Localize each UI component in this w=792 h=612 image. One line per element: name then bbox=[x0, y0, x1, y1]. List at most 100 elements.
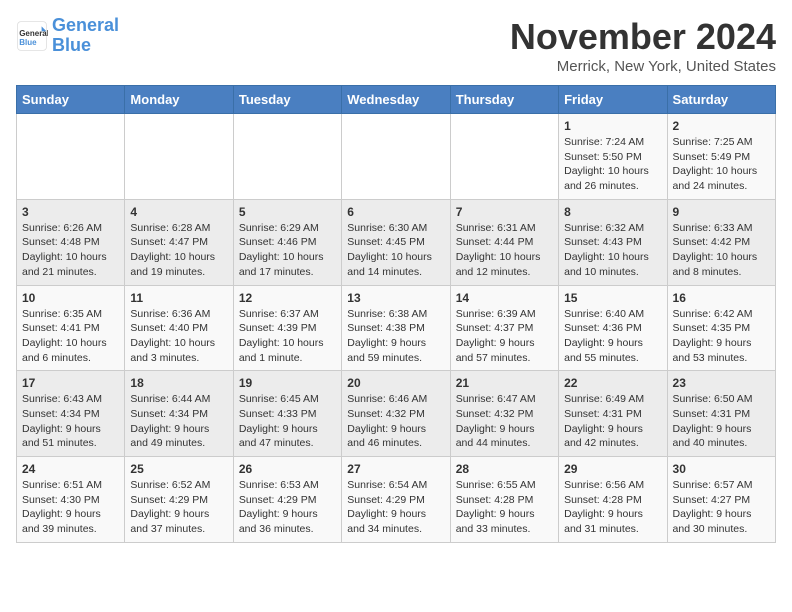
calendar-cell: 30 Sunrise: 6:57 AM Sunset: 4:27 PM Dayli… bbox=[667, 457, 775, 543]
logo-text: General Blue bbox=[52, 16, 119, 56]
day-number: 24 bbox=[22, 462, 119, 476]
calendar-table: SundayMondayTuesdayWednesdayThursdayFrid… bbox=[16, 85, 776, 543]
calendar-cell: 12 Sunrise: 6:37 AM Sunset: 4:39 PM Dayli… bbox=[233, 285, 341, 371]
day-info: Sunrise: 7:24 AM Sunset: 5:50 PM Dayligh… bbox=[564, 135, 661, 194]
day-info: Sunrise: 6:47 AM Sunset: 4:32 PM Dayligh… bbox=[456, 392, 553, 451]
calendar-cell: 27 Sunrise: 6:54 AM Sunset: 4:29 PM Dayli… bbox=[342, 457, 450, 543]
day-number: 17 bbox=[22, 376, 119, 390]
day-number: 10 bbox=[22, 291, 119, 305]
calendar-cell: 2 Sunrise: 7:25 AM Sunset: 5:49 PM Daylig… bbox=[667, 114, 775, 200]
day-number: 2 bbox=[673, 119, 770, 133]
day-info: Sunrise: 6:45 AM Sunset: 4:33 PM Dayligh… bbox=[239, 392, 336, 451]
day-info: Sunrise: 6:29 AM Sunset: 4:46 PM Dayligh… bbox=[239, 221, 336, 280]
weekday-header: Thursday bbox=[450, 86, 558, 114]
calendar-cell: 6 Sunrise: 6:30 AM Sunset: 4:45 PM Daylig… bbox=[342, 199, 450, 285]
logo-icon: General Blue bbox=[16, 20, 48, 52]
day-number: 28 bbox=[456, 462, 553, 476]
calendar-cell: 21 Sunrise: 6:47 AM Sunset: 4:32 PM Dayli… bbox=[450, 371, 558, 457]
calendar-cell: 11 Sunrise: 6:36 AM Sunset: 4:40 PM Dayli… bbox=[125, 285, 233, 371]
calendar-cell: 15 Sunrise: 6:40 AM Sunset: 4:36 PM Dayli… bbox=[559, 285, 667, 371]
day-info: Sunrise: 6:54 AM Sunset: 4:29 PM Dayligh… bbox=[347, 478, 444, 537]
weekday-header: Wednesday bbox=[342, 86, 450, 114]
day-info: Sunrise: 6:43 AM Sunset: 4:34 PM Dayligh… bbox=[22, 392, 119, 451]
day-number: 27 bbox=[347, 462, 444, 476]
calendar-cell bbox=[17, 114, 125, 200]
weekday-header: Tuesday bbox=[233, 86, 341, 114]
day-info: Sunrise: 6:40 AM Sunset: 4:36 PM Dayligh… bbox=[564, 307, 661, 366]
day-info: Sunrise: 6:53 AM Sunset: 4:29 PM Dayligh… bbox=[239, 478, 336, 537]
calendar-cell bbox=[342, 114, 450, 200]
calendar-cell: 8 Sunrise: 6:32 AM Sunset: 4:43 PM Daylig… bbox=[559, 199, 667, 285]
page-header: General Blue General Blue November 2024 … bbox=[16, 16, 776, 75]
day-info: Sunrise: 6:26 AM Sunset: 4:48 PM Dayligh… bbox=[22, 221, 119, 280]
day-info: Sunrise: 6:28 AM Sunset: 4:47 PM Dayligh… bbox=[130, 221, 227, 280]
day-info: Sunrise: 6:52 AM Sunset: 4:29 PM Dayligh… bbox=[130, 478, 227, 537]
day-info: Sunrise: 6:30 AM Sunset: 4:45 PM Dayligh… bbox=[347, 221, 444, 280]
calendar-cell: 5 Sunrise: 6:29 AM Sunset: 4:46 PM Daylig… bbox=[233, 199, 341, 285]
day-info: Sunrise: 6:57 AM Sunset: 4:27 PM Dayligh… bbox=[673, 478, 770, 537]
day-info: Sunrise: 6:46 AM Sunset: 4:32 PM Dayligh… bbox=[347, 392, 444, 451]
day-number: 21 bbox=[456, 376, 553, 390]
day-number: 18 bbox=[130, 376, 227, 390]
calendar-cell: 25 Sunrise: 6:52 AM Sunset: 4:29 PM Dayli… bbox=[125, 457, 233, 543]
day-info: Sunrise: 6:39 AM Sunset: 4:37 PM Dayligh… bbox=[456, 307, 553, 366]
day-number: 14 bbox=[456, 291, 553, 305]
calendar-cell: 13Sunrise: 6:38 AM Sunset: 4:38 PM Dayli… bbox=[342, 285, 450, 371]
day-number: 1 bbox=[564, 119, 661, 133]
day-number: 20 bbox=[347, 376, 444, 390]
day-number: 9 bbox=[673, 205, 770, 219]
day-info: Sunrise: 6:56 AM Sunset: 4:28 PM Dayligh… bbox=[564, 478, 661, 537]
day-number: 4 bbox=[130, 205, 227, 219]
day-info: Sunrise: 6:44 AM Sunset: 4:34 PM Dayligh… bbox=[130, 392, 227, 451]
day-info: Sunrise: 7:25 AM Sunset: 5:49 PM Dayligh… bbox=[673, 135, 770, 194]
day-number: 6 bbox=[347, 205, 444, 219]
day-info: Sunrise: 6:42 AM Sunset: 4:35 PM Dayligh… bbox=[673, 307, 770, 366]
day-number: 25 bbox=[130, 462, 227, 476]
title-block: November 2024 Merrick, New York, United … bbox=[510, 16, 776, 75]
logo-general: General bbox=[52, 15, 119, 35]
day-info: Sunrise: 6:55 AM Sunset: 4:28 PM Dayligh… bbox=[456, 478, 553, 537]
day-number: 22 bbox=[564, 376, 661, 390]
logo: General Blue General Blue bbox=[16, 16, 119, 56]
calendar-cell: 23Sunrise: 6:50 AM Sunset: 4:31 PM Dayli… bbox=[667, 371, 775, 457]
calendar-title: November 2024 bbox=[510, 16, 776, 58]
weekday-header: Sunday bbox=[17, 86, 125, 114]
logo-blue: Blue bbox=[52, 35, 91, 55]
calendar-cell: 14 Sunrise: 6:39 AM Sunset: 4:37 PM Dayli… bbox=[450, 285, 558, 371]
day-info: Sunrise: 6:38 AM Sunset: 4:38 PM Dayligh… bbox=[347, 307, 444, 366]
calendar-cell: 17 Sunrise: 6:43 AM Sunset: 4:34 PM Dayli… bbox=[17, 371, 125, 457]
day-info: Sunrise: 6:33 AM Sunset: 4:42 PM Dayligh… bbox=[673, 221, 770, 280]
weekday-header: Friday bbox=[559, 86, 667, 114]
day-info: Sunrise: 6:50 AM Sunset: 4:31 PM Dayligh… bbox=[673, 392, 770, 451]
day-number: 30 bbox=[673, 462, 770, 476]
calendar-cell: 18 Sunrise: 6:44 AM Sunset: 4:34 PM Dayli… bbox=[125, 371, 233, 457]
day-info: Sunrise: 6:32 AM Sunset: 4:43 PM Dayligh… bbox=[564, 221, 661, 280]
day-info: Sunrise: 6:35 AM Sunset: 4:41 PM Dayligh… bbox=[22, 307, 119, 366]
day-number: 12 bbox=[239, 291, 336, 305]
day-number: 19 bbox=[239, 376, 336, 390]
calendar-cell: 19 Sunrise: 6:45 AM Sunset: 4:33 PM Dayli… bbox=[233, 371, 341, 457]
day-info: Sunrise: 6:37 AM Sunset: 4:39 PM Dayligh… bbox=[239, 307, 336, 366]
calendar-cell: 3 Sunrise: 6:26 AM Sunset: 4:48 PM Daylig… bbox=[17, 199, 125, 285]
calendar-cell: 20 Sunrise: 6:46 AM Sunset: 4:32 PM Dayli… bbox=[342, 371, 450, 457]
day-number: 5 bbox=[239, 205, 336, 219]
calendar-cell bbox=[450, 114, 558, 200]
calendar-cell: 22 Sunrise: 6:49 AM Sunset: 4:31 PM Dayli… bbox=[559, 371, 667, 457]
day-info: Sunrise: 6:49 AM Sunset: 4:31 PM Dayligh… bbox=[564, 392, 661, 451]
day-number: 7 bbox=[456, 205, 553, 219]
weekday-header: Monday bbox=[125, 86, 233, 114]
day-info: Sunrise: 6:51 AM Sunset: 4:30 PM Dayligh… bbox=[22, 478, 119, 537]
day-number: 15 bbox=[564, 291, 661, 305]
day-number: 3 bbox=[22, 205, 119, 219]
calendar-cell bbox=[125, 114, 233, 200]
calendar-cell: 29 Sunrise: 6:56 AM Sunset: 4:28 PM Dayli… bbox=[559, 457, 667, 543]
weekday-header: Saturday bbox=[667, 86, 775, 114]
day-info: Sunrise: 6:36 AM Sunset: 4:40 PM Dayligh… bbox=[130, 307, 227, 366]
day-number: 8 bbox=[564, 205, 661, 219]
day-number: 11 bbox=[130, 291, 227, 305]
calendar-cell: 1 Sunrise: 7:24 AM Sunset: 5:50 PM Daylig… bbox=[559, 114, 667, 200]
calendar-cell: 7Sunrise: 6:31 AM Sunset: 4:44 PM Daylig… bbox=[450, 199, 558, 285]
day-number: 29 bbox=[564, 462, 661, 476]
calendar-cell: 16Sunrise: 6:42 AM Sunset: 4:35 PM Dayli… bbox=[667, 285, 775, 371]
calendar-cell: 26Sunrise: 6:53 AM Sunset: 4:29 PM Dayli… bbox=[233, 457, 341, 543]
